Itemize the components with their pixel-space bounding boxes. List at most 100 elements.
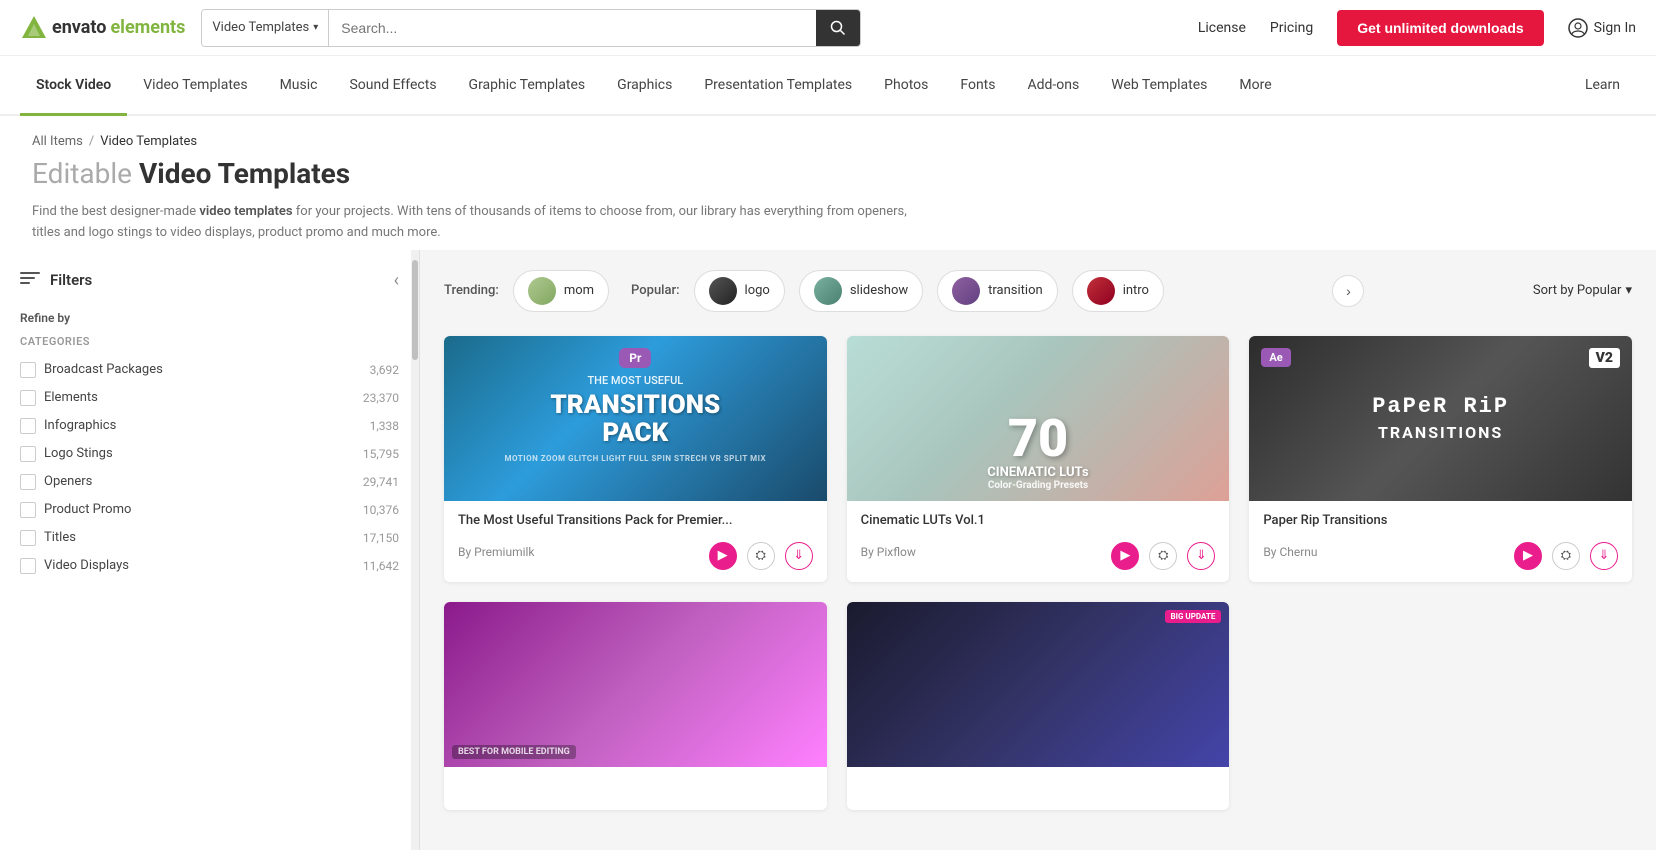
category-logo-stings-checkbox[interactable] bbox=[20, 446, 36, 462]
card-transitions-bookmark-btn[interactable]: ⛭ bbox=[747, 542, 775, 570]
nav-item-learn[interactable]: Learn bbox=[1569, 56, 1636, 116]
card-4-title bbox=[458, 779, 813, 794]
collapse-sidebar-button[interactable]: ‹ bbox=[394, 270, 399, 291]
card-luts-footer: By Pixflow ▶ ⛭ ⇓ bbox=[861, 534, 1216, 570]
category-broadcast: Broadcast Packages 3,692 bbox=[20, 356, 399, 384]
category-infographics-checkbox[interactable] bbox=[20, 418, 36, 434]
category-openers-checkbox[interactable] bbox=[20, 474, 36, 490]
card-transitions-info: The Most Useful Transitions Pack for Pre… bbox=[444, 501, 827, 582]
card-paper-rip-info: Paper Rip Transitions By Chernu ▶ ⛭ ⇓ bbox=[1249, 501, 1632, 582]
pr-badge: Pr bbox=[619, 348, 651, 368]
breadcrumb-all-items[interactable]: All Items bbox=[32, 134, 83, 149]
nav-item-fonts[interactable]: Fonts bbox=[944, 56, 1011, 116]
breadcrumb: All Items / Video Templates bbox=[32, 134, 1624, 149]
nav-item-video-templates[interactable]: Video Templates bbox=[127, 56, 263, 116]
category-titles-count: 17,150 bbox=[363, 531, 399, 545]
card-4-image: BEST FOR MOBILE EDITING bbox=[444, 602, 827, 767]
card-paper-rip-image: Ae V2 PaPeR RiP TRANSITIONS bbox=[1249, 336, 1632, 501]
category-broadcast-count: 3,692 bbox=[370, 363, 399, 377]
card-5: BIG UPDATE bbox=[847, 602, 1230, 810]
filter-icon bbox=[20, 272, 40, 288]
category-video-displays: Video Displays 11,642 bbox=[20, 552, 399, 580]
main-layout: Filters ‹ Refine by Categories Broadcast… bbox=[0, 250, 1656, 850]
breadcrumb-current: Video Templates bbox=[100, 134, 197, 149]
category-broadcast-checkbox[interactable] bbox=[20, 362, 36, 378]
logo-elements-text: elements bbox=[110, 17, 185, 38]
card-transitions-actions: ▶ ⛭ ⇓ bbox=[709, 542, 813, 570]
category-titles-checkbox[interactable] bbox=[20, 530, 36, 546]
nav-item-graphic-templates[interactable]: Graphic Templates bbox=[453, 56, 602, 116]
tag-intro[interactable]: intro bbox=[1072, 270, 1164, 312]
category-elements-checkbox[interactable] bbox=[20, 390, 36, 406]
category-infographics-count: 1,338 bbox=[370, 419, 399, 433]
tag-transition-thumb bbox=[952, 277, 980, 305]
trending-label: Trending: bbox=[444, 283, 499, 298]
tag-logo[interactable]: logo bbox=[694, 270, 785, 312]
overlay-tags: MOTION ZOOM GLITCH LIGHT FULL SPIN STREC… bbox=[505, 454, 767, 463]
license-link[interactable]: License bbox=[1198, 20, 1246, 36]
card-paper-rip-bookmark-btn[interactable]: ⛭ bbox=[1552, 542, 1580, 570]
nav-item-sound-effects[interactable]: Sound Effects bbox=[333, 56, 452, 116]
card-paper-rip-download-btn[interactable]: ⇓ bbox=[1590, 542, 1618, 570]
category-video-displays-checkbox[interactable] bbox=[20, 558, 36, 574]
search-bar: Video Templates ▾ bbox=[201, 9, 861, 47]
category-infographics-name: Infographics bbox=[44, 418, 362, 433]
sign-in-label: Sign In bbox=[1594, 20, 1636, 36]
search-category-dropdown[interactable]: Video Templates ▾ bbox=[202, 10, 329, 46]
card-5-badge: BIG UPDATE bbox=[1165, 610, 1222, 623]
sidebar-header: Filters ‹ bbox=[20, 270, 399, 291]
card-5-title bbox=[861, 779, 1216, 794]
nav-item-stock-video[interactable]: Stock Video bbox=[20, 56, 127, 116]
category-logo-stings: Logo Stings 15,795 bbox=[20, 440, 399, 468]
luts-number: 70 bbox=[857, 413, 1220, 465]
content-area: Trending: mom Popular: logo slideshow tr… bbox=[420, 250, 1656, 850]
tag-transition[interactable]: transition bbox=[937, 270, 1058, 312]
category-product-promo-name: Product Promo bbox=[44, 502, 355, 517]
search-button[interactable] bbox=[816, 10, 860, 46]
sort-by-label: Sort by Popular bbox=[1533, 283, 1622, 298]
page-title-light: Editable bbox=[32, 157, 132, 190]
nav-item-web-templates[interactable]: Web Templates bbox=[1095, 56, 1223, 116]
card-luts-download-btn[interactable]: ⇓ bbox=[1187, 542, 1215, 570]
logo[interactable]: envatoelements bbox=[20, 14, 185, 42]
nav-item-music[interactable]: Music bbox=[264, 56, 334, 116]
card-luts-bookmark-btn[interactable]: ⛭ bbox=[1149, 542, 1177, 570]
card-transitions-download-btn[interactable]: ⇓ bbox=[785, 542, 813, 570]
popular-label: Popular: bbox=[631, 283, 679, 298]
sort-by-dropdown[interactable]: Sort by Popular ▾ bbox=[1533, 283, 1632, 298]
nav-item-presentation-templates[interactable]: Presentation Templates bbox=[688, 56, 868, 116]
card-4-info bbox=[444, 767, 827, 810]
scrollbar-thumb[interactable] bbox=[412, 260, 418, 360]
card-paper-rip-author: By Chernu bbox=[1263, 545, 1317, 559]
card-paper-rip-title: Paper Rip Transitions bbox=[1263, 513, 1618, 528]
breadcrumb-section: All Items / Video Templates Editable Vid… bbox=[0, 116, 1656, 250]
tag-intro-label: intro bbox=[1123, 283, 1149, 298]
tag-mom[interactable]: mom bbox=[513, 270, 609, 312]
category-elements: Elements 23,370 bbox=[20, 384, 399, 412]
card-transitions-title: The Most Useful Transitions Pack for Pre… bbox=[458, 513, 813, 528]
luts-sublabel: Color-Grading Presets bbox=[857, 480, 1220, 491]
category-openers: Openers 29,741 bbox=[20, 468, 399, 496]
trending-next-button[interactable]: › bbox=[1332, 275, 1364, 307]
category-product-promo: Product Promo 10,376 bbox=[20, 496, 399, 524]
pricing-link[interactable]: Pricing bbox=[1270, 20, 1313, 36]
sign-in-link[interactable]: Sign In bbox=[1568, 18, 1636, 38]
category-elements-count: 23,370 bbox=[363, 391, 399, 405]
card-luts-preview-btn[interactable]: ▶ bbox=[1111, 542, 1139, 570]
card-transitions-preview-btn[interactable]: ▶ bbox=[709, 542, 737, 570]
card-4: BEST FOR MOBILE EDITING bbox=[444, 602, 827, 810]
nav-item-photos[interactable]: Photos bbox=[868, 56, 944, 116]
category-logo-stings-name: Logo Stings bbox=[44, 446, 355, 461]
nav-item-more[interactable]: More bbox=[1223, 56, 1287, 116]
filters-title-group: Filters bbox=[20, 271, 92, 289]
card-paper-rip-preview-btn[interactable]: ▶ bbox=[1514, 542, 1542, 570]
nav-item-addons[interactable]: Add-ons bbox=[1011, 56, 1095, 116]
nav-item-graphics[interactable]: Graphics bbox=[601, 56, 688, 116]
category-product-promo-checkbox[interactable] bbox=[20, 502, 36, 518]
account-icon bbox=[1568, 18, 1588, 38]
get-unlimited-button[interactable]: Get unlimited downloads bbox=[1337, 10, 1543, 46]
category-openers-count: 29,741 bbox=[363, 475, 399, 489]
tag-slideshow[interactable]: slideshow bbox=[799, 270, 923, 312]
search-input[interactable] bbox=[329, 10, 816, 46]
category-elements-name: Elements bbox=[44, 390, 355, 405]
